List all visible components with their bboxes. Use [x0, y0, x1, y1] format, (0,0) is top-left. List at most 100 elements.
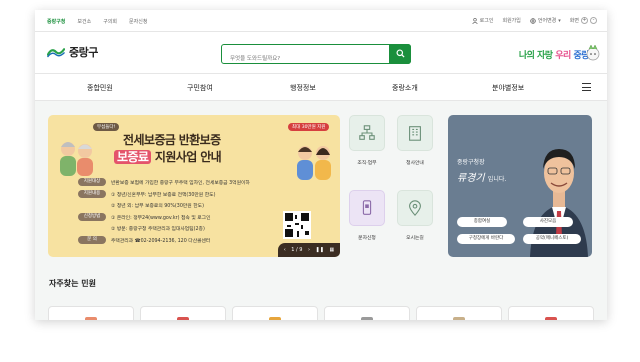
quick-item-org[interactable]: 조직·업무	[347, 115, 387, 175]
login-label: 로그인	[479, 18, 494, 24]
mayor-suffix: 입니다.	[487, 176, 507, 183]
quick-item-building[interactable]: 청사안내	[395, 115, 435, 175]
banner-row: 지원내용 ① 청년/신혼부부: 납부한 보증료 전액(30만원 한도)	[78, 189, 298, 199]
search-box	[221, 43, 411, 68]
banner-tag-right: 최대 30만원 지원	[288, 123, 330, 131]
quick-item-sms[interactable]: 문자신청	[347, 190, 387, 250]
frequent-card[interactable]	[416, 306, 502, 320]
slogan-part1: 나의 자랑	[518, 51, 553, 61]
login-link[interactable]: 로그인	[472, 17, 494, 24]
menu-icon[interactable]	[582, 83, 591, 91]
logo-mark-icon	[47, 48, 65, 58]
zoom-control: 화면 + -	[570, 17, 597, 24]
banner-title-highlight: 보증료	[114, 150, 152, 164]
frequent-card[interactable]	[48, 306, 134, 320]
quick-item-location[interactable]: 오시는길	[395, 190, 435, 250]
banner-row: 지원대상 반환보증 보험에 가입한 중랑구 무주택 임차인, 전세보증금 3억원…	[78, 177, 298, 187]
row-label: 신청방법	[78, 212, 106, 221]
frequent-card[interactable]	[324, 306, 410, 320]
nav-civil-service[interactable]: 종합민원	[87, 83, 113, 93]
banner-tag-left: 무섭들다!	[93, 123, 120, 131]
card-icon	[453, 317, 465, 320]
user-icon	[472, 17, 478, 24]
mayor-button-photos[interactable]: 사진모음	[523, 217, 573, 227]
nav-participation[interactable]: 구민참여	[187, 83, 213, 93]
banner-row: 신청방법 ① 온라인: 정부24(www.gov.kr) 접속 및 로그인	[78, 212, 298, 222]
main-content: 무섭들다! 최대 30만원 지원 전세보증금 반환보증 보증료 지원사업 안내	[35, 101, 607, 320]
quick-item-label: 오시는길	[406, 236, 424, 241]
row-text: ② 방문: 중랑구청 주택관리과 임대사업팀(2층)	[111, 227, 205, 232]
card-icon	[85, 317, 97, 320]
mayor-name-line: 류경기 입니다.	[457, 169, 506, 184]
promo-banner[interactable]: 무섭들다! 최대 30만원 지원 전세보증금 반환보증 보증료 지원사업 안내	[48, 115, 340, 257]
pause-icon[interactable]: ❚❚	[316, 247, 324, 253]
elderly-couple-illustration	[60, 142, 93, 176]
mayor-button-manifesto[interactable]: 공약(매니페스토)	[523, 234, 581, 244]
org-chart-icon	[349, 115, 385, 151]
banner-title-line2: 보증료 지원사업 안내	[114, 148, 222, 165]
utility-links: 중랑구청 보건소 구의회 문자신청	[47, 18, 147, 25]
language-label: 언어변경	[537, 18, 557, 24]
search-icon	[395, 49, 405, 58]
prev-icon[interactable]: ‹	[284, 247, 286, 253]
row-text: ① 온라인: 정부24(www.gov.kr) 접속 및 로그인	[111, 215, 211, 221]
quick-item-label: 문자신청	[358, 236, 376, 241]
frequent-card[interactable]	[232, 306, 318, 320]
location-icon	[397, 190, 433, 226]
banner-row: ② 청년 외: 납부 보증료의 90%(30만원 한도)	[78, 200, 298, 210]
card-icon	[545, 317, 557, 320]
link-sms-apply[interactable]: 문자신청	[129, 18, 147, 25]
card-icon	[269, 317, 281, 320]
mayor-name: 류경기	[457, 173, 485, 184]
frequent-cards	[48, 306, 594, 320]
signup-link[interactable]: 회원가입	[502, 17, 520, 24]
banner-row: ② 방문: 중랑구청 주택관리과 임대사업팀(2층)	[78, 223, 298, 233]
mayor-button-suggest[interactable]: 구청장에게 바란다	[457, 234, 515, 244]
row-label: 문 의	[78, 235, 106, 244]
building-icon	[397, 115, 433, 151]
slogan: 나의 자랑 우리 중랑	[518, 48, 590, 61]
link-jungnang-office[interactable]: 중랑구청	[47, 18, 65, 25]
banner-pager: ‹ 1 / 9 › ❚❚ ▦	[278, 243, 340, 257]
nav-field-info[interactable]: 분야별정보	[492, 83, 524, 93]
row-text: ② 청년 외: 납부 보증료의 90%(30만원 한도)	[111, 204, 204, 209]
nav-administration[interactable]: 행정정보	[290, 83, 316, 93]
browser-page: 중랑구청 보건소 구의회 문자신청 로그인 회원가입 언어변경 ▾ 화면 + -	[35, 10, 607, 320]
globe-icon	[530, 17, 536, 24]
zoom-in-button[interactable]: +	[581, 17, 588, 24]
site-logo[interactable]: 중랑구	[47, 44, 98, 60]
mayor-panel: 중랑구청장 류경기 입니다. 종합여실 사진모음 구청장에게 바란다 공약(매니…	[448, 115, 592, 257]
frequent-card[interactable]	[140, 306, 226, 320]
search-button[interactable]	[389, 43, 411, 64]
quick-item-label: 조직·업무	[357, 161, 377, 166]
row-label: 지원내용	[78, 189, 106, 198]
link-health-center[interactable]: 보건소	[77, 18, 91, 25]
mayor-button-room[interactable]: 종합여실	[457, 217, 507, 227]
banner-title-rest: 지원사업 안내	[154, 150, 222, 164]
link-council[interactable]: 구의회	[103, 18, 117, 25]
row-text: ① 청년/신혼부부: 납부한 보증료 전액(30만원 한도)	[111, 192, 216, 198]
quick-menu: 조직·업무 청사안내 문자신청 오시는길	[347, 115, 437, 257]
row-text: 반환보증 보험에 가입한 중랑구 무주택 임차인, 전세보증금 3억원이하	[111, 181, 250, 186]
zoom-label: 화면	[569, 18, 579, 24]
quick-item-label: 청사안내	[406, 161, 424, 166]
grid-icon[interactable]: ▦	[329, 247, 334, 253]
chevron-down-icon: ▾	[558, 17, 561, 24]
next-icon[interactable]: ›	[308, 247, 310, 253]
row-text: 주택관리과 ☎02-2094-2136, 120 다산콜센터	[111, 238, 211, 244]
logo-text: 중랑구	[69, 46, 98, 59]
site-header: 중랑구 나의 자랑 우리 중랑	[35, 32, 607, 74]
card-icon	[177, 317, 189, 320]
banner-title-line1: 전세보증금 반환보증	[123, 133, 221, 147]
frequent-card[interactable]	[508, 306, 594, 320]
utility-right: 로그인 회원가입 언어변경 ▾ 화면 + -	[472, 17, 597, 24]
card-icon	[361, 317, 373, 320]
banner-row: 문 의 주택관리과 ☎02-2094-2136, 120 다산콜센터	[78, 235, 298, 245]
search-input[interactable]	[222, 50, 382, 68]
language-select[interactable]: 언어변경 ▾	[530, 17, 561, 24]
row-label: 지원대상	[78, 178, 106, 186]
frequent-section-title: 자주찾는 민원	[49, 279, 96, 288]
young-couple-illustration	[297, 146, 331, 180]
nav-about[interactable]: 중랑소개	[392, 83, 418, 93]
zoom-out-button[interactable]: -	[590, 17, 597, 24]
